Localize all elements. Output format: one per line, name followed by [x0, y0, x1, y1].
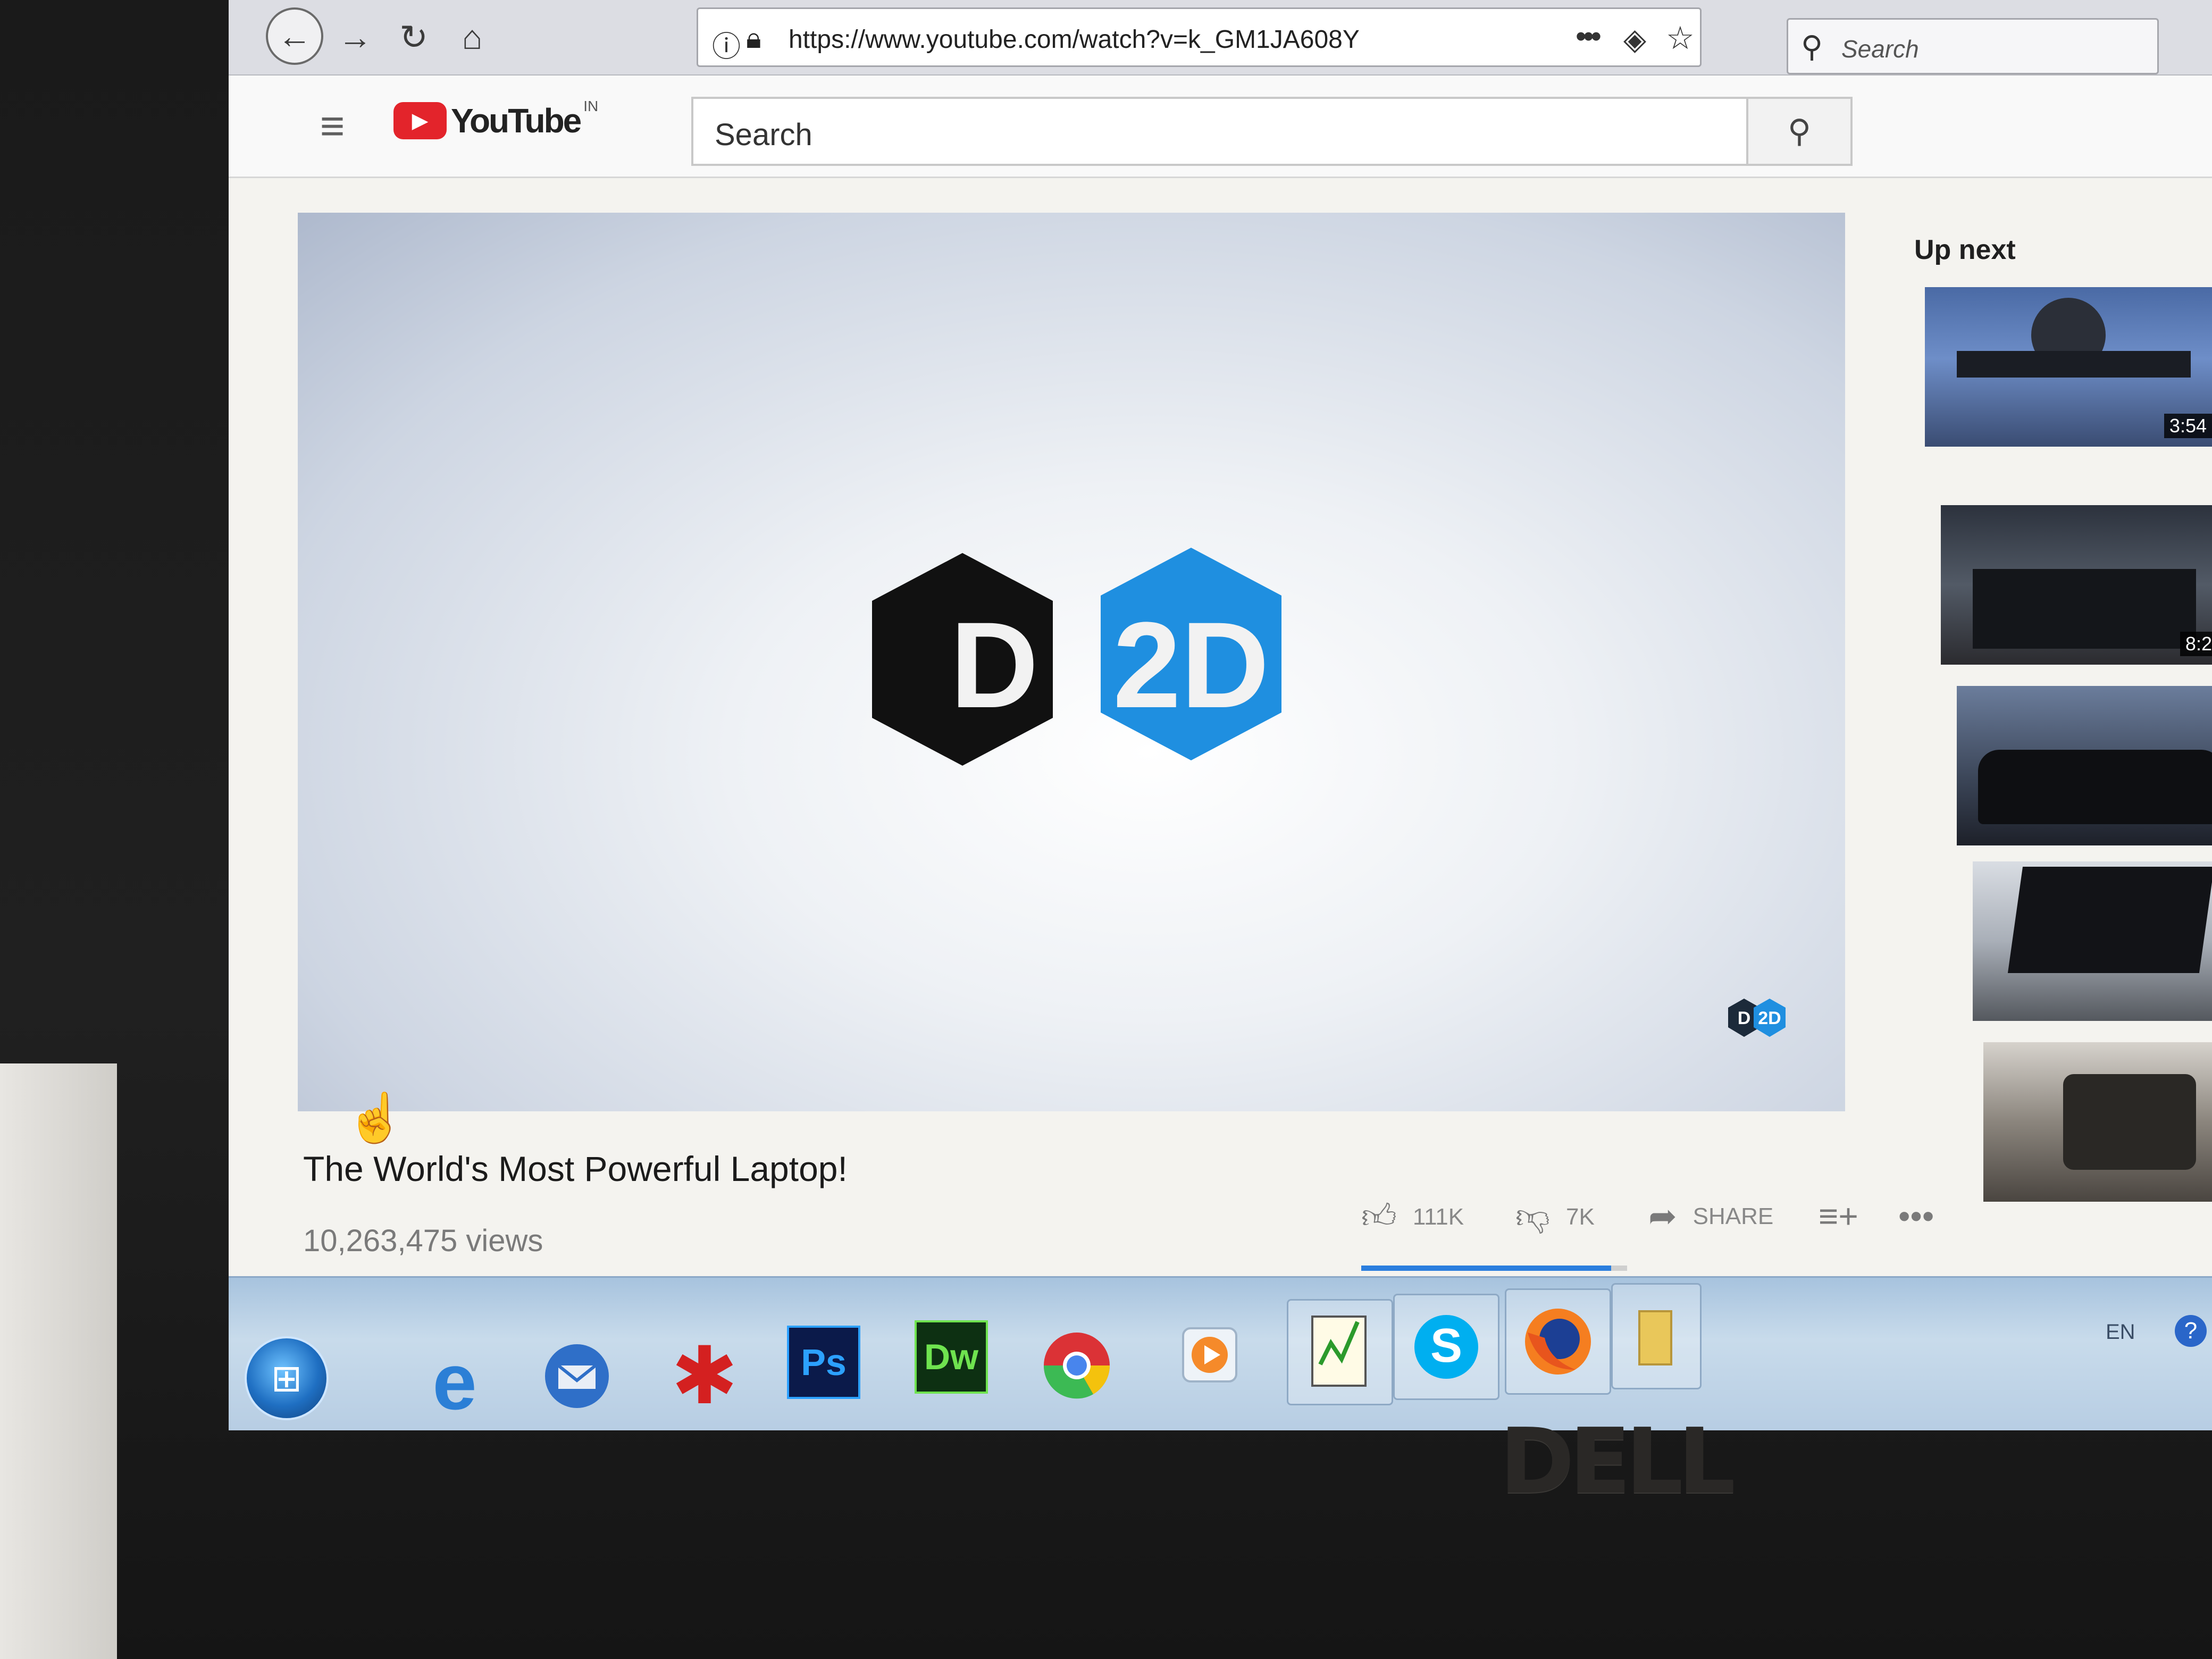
up-next-thumbnail[interactable]: 3:54 — [1925, 287, 2212, 447]
dislike-count: 7K — [1565, 1203, 1595, 1230]
search-icon: ⚲ — [1788, 113, 1811, 149]
thumbs-down-icon: 👎︎ — [1515, 1197, 1550, 1235]
hand-cursor-icon: ☝ — [346, 1092, 406, 1145]
reload-button[interactable]: ↻ — [388, 12, 439, 63]
logo-letter-d: D — [950, 597, 1038, 733]
internet-explorer-icon[interactable]: e — [409, 1336, 500, 1427]
share-label: SHARE — [1692, 1203, 1774, 1229]
thunderbird-icon[interactable] — [532, 1331, 622, 1421]
more-actions-button[interactable]: ••• — [1898, 1196, 1950, 1236]
country-code: IN — [583, 98, 599, 114]
windows-logo-icon: ⊞ — [271, 1358, 303, 1399]
bookmark-star-icon[interactable]: ☆ — [1666, 20, 1695, 57]
search-input[interactable]: Search ⚲ — [691, 97, 1853, 166]
taskbar-button-editor[interactable] — [1287, 1299, 1393, 1405]
up-next-thumbnail[interactable]: 4: — [1957, 686, 2212, 845]
bug-app-icon[interactable]: ✱ — [659, 1331, 750, 1421]
up-next-thumbnail[interactable]: 8:23 — [1941, 505, 2212, 665]
youtube-header: ≡ ▶ YouTube IN Search ⚲ — [229, 76, 2212, 178]
up-next-heading: Up next — [1914, 234, 2016, 265]
hamburger-icon: ≡ — [320, 102, 345, 149]
view-count: 10,263,475 views — [303, 1224, 543, 1258]
help-glyph: ? — [2184, 1318, 2198, 1344]
dislike-button[interactable]: 👎︎ 7K — [1515, 1196, 1595, 1237]
back-button[interactable]: ← — [266, 7, 323, 65]
youtube-logo[interactable]: ▶ YouTube IN — [393, 98, 599, 140]
add-to-playlist-button[interactable]: ≡+ — [1819, 1196, 1874, 1236]
folder-icon — [1638, 1310, 1672, 1365]
lock-icon: 🔒︎ — [746, 22, 761, 54]
page-actions-icon[interactable]: ••• — [1576, 19, 1602, 54]
reload-icon: ↻ — [399, 18, 428, 56]
url-text[interactable]: https://www.youtube.com/watch?v=k_GM1JA6… — [789, 25, 1360, 54]
chrome-icon[interactable] — [1032, 1320, 1122, 1411]
search-button[interactable]: ⚲ — [1746, 97, 1853, 166]
video-duration: 8:23 — [2180, 632, 2212, 656]
dreamweaver-icon[interactable]: Dw — [915, 1320, 988, 1394]
search-placeholder: Search — [715, 118, 812, 152]
video-title: The World's Most Powerful Laptop! — [303, 1149, 848, 1188]
up-next-thumbnail[interactable]: 5 — [1973, 861, 2212, 1021]
forward-button[interactable]: → — [330, 12, 381, 63]
home-button[interactable]: ⌂ — [447, 12, 498, 63]
menu-button[interactable]: ≡ — [308, 102, 356, 150]
play-icon: ▶ — [393, 102, 447, 139]
taskbar-button-skype[interactable]: S — [1393, 1294, 1499, 1400]
browser-toolbar: ← → ↻ ⌂ ⓘ 🔒︎ https://www.youtube.com/wat… — [229, 0, 2212, 76]
video-player[interactable]: D 2D D 2D — [298, 213, 1845, 1111]
watermark-letter-d: D — [1738, 1008, 1751, 1028]
share-icon: ➦ — [1648, 1197, 1677, 1235]
channel-watermark[interactable]: D 2D — [1723, 994, 1792, 1042]
arrow-left-icon: ← — [278, 17, 312, 55]
share-button[interactable]: ➦ SHARE — [1648, 1196, 1773, 1236]
d2d-logo: D 2D — [872, 548, 1281, 766]
browser-search-box[interactable]: ⚲ Search — [1787, 18, 2159, 74]
taskbar-button-explorer[interactable] — [1611, 1283, 1702, 1389]
taskbar-button-firefox[interactable] — [1505, 1288, 1611, 1395]
browser-search-placeholder: Search — [1841, 35, 1919, 63]
playlist-add-icon: ≡+ — [1819, 1197, 1858, 1235]
media-player-icon[interactable] — [1164, 1310, 1255, 1400]
like-button[interactable]: 👍︎ 111K — [1361, 1196, 1464, 1237]
up-next-thumbnail[interactable] — [1983, 1042, 2212, 1202]
start-button[interactable]: ⊞ — [245, 1336, 329, 1420]
photoshop-icon[interactable]: Ps — [787, 1326, 860, 1399]
video-duration: 3:54 — [2164, 414, 2212, 438]
youtube-logo-text: YouTube — [451, 102, 582, 140]
pocket-icon[interactable]: ◈ — [1623, 22, 1646, 57]
thumbs-up-icon: 👍︎ — [1361, 1197, 1397, 1235]
svg-text:S: S — [1430, 1319, 1462, 1372]
sentiment-bar-fill — [1361, 1266, 1611, 1271]
info-icon[interactable]: ⓘ — [712, 23, 741, 65]
help-icon[interactable]: ? — [2175, 1315, 2207, 1347]
dell-logo: DELL — [1499, 1409, 1736, 1514]
firefox-icon — [1525, 1309, 1591, 1375]
watermark-letters-2d: 2D — [1758, 1008, 1781, 1028]
desk-background — [0, 1063, 117, 1659]
language-indicator[interactable]: EN — [2106, 1320, 2135, 1344]
skype-icon: S — [1414, 1315, 1478, 1379]
logo-letters-2d: 2D — [1113, 597, 1269, 733]
sentiment-bar — [1361, 1266, 1627, 1271]
search-icon: ⚲ — [1801, 30, 1823, 63]
home-icon: ⌂ — [462, 18, 483, 56]
more-icon: ••• — [1898, 1197, 1934, 1235]
screen: ← → ↻ ⌂ ⓘ 🔒︎ https://www.youtube.com/wat… — [229, 0, 2212, 1430]
monitor-bezel: ← → ↻ ⌂ ⓘ 🔒︎ https://www.youtube.com/wat… — [0, 0, 2212, 1659]
arrow-right-icon: → — [338, 18, 372, 56]
like-count: 111K — [1412, 1203, 1464, 1230]
address-bar[interactable]: ⓘ 🔒︎ https://www.youtube.com/watch?v=k_G… — [697, 7, 1702, 67]
editor-icon — [1311, 1316, 1367, 1387]
taskbar: ⊞ e ✱ Ps Dw S EN ? — [229, 1276, 2212, 1430]
